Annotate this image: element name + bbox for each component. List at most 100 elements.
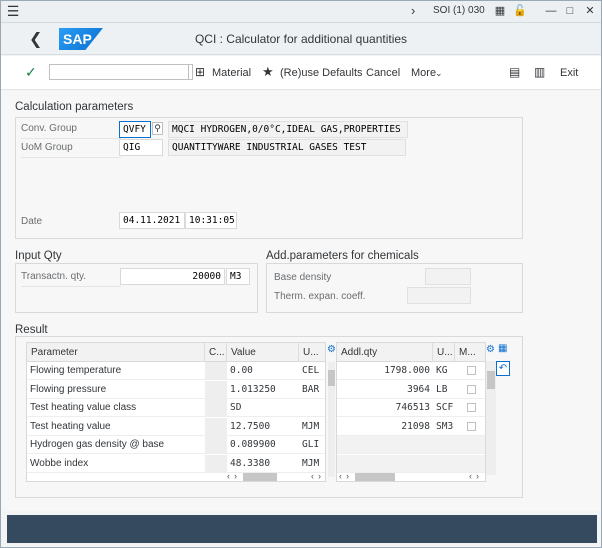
unit-cell: KG	[436, 365, 448, 376]
table-row[interactable]: 21098 SM3	[337, 418, 485, 436]
unit-cell: MJM	[302, 420, 320, 432]
horizontal-scrollbar[interactable]: ‹ › ‹ ›	[339, 471, 483, 482]
checkmark-icon[interactable]: ✓	[25, 64, 37, 81]
m-checkbox[interactable]	[467, 403, 476, 412]
therm-expan-label: Therm. expan. coeff.	[274, 291, 366, 302]
transaction-qty-label: Transactn. qty.	[21, 271, 121, 287]
unit-cell: SCF	[436, 402, 454, 413]
add-params-panel: Base density Therm. expan. coeff.	[266, 263, 523, 313]
status-bar	[7, 515, 597, 543]
input-qty-panel: Transactn. qty. 20000 M3	[15, 263, 258, 313]
result-panel: Parameter C... Value U... Flowing temper…	[15, 336, 523, 498]
material-icon[interactable]: ⊞	[195, 65, 205, 79]
c-cell	[205, 380, 227, 399]
table-row[interactable]: 1798.000 KG	[337, 362, 485, 380]
main-content: Calculation parameters Conv. Group QVFY …	[1, 91, 601, 511]
date-field[interactable]: 04.11.2021	[119, 212, 185, 229]
uom-group-label: UoM Group	[21, 142, 121, 158]
parameter-grid-header: Parameter C... Value U...	[27, 343, 325, 362]
m-checkbox[interactable]	[467, 384, 476, 394]
unit-cell: MJM	[302, 457, 320, 469]
therm-expan-field	[407, 287, 471, 304]
calc-params-title: Calculation parameters	[15, 101, 134, 113]
table-row[interactable]: Test heating value 12.7500 MJM	[27, 417, 325, 436]
c-cell	[205, 436, 227, 454]
column-header-unit[interactable]: U...	[299, 343, 325, 362]
value-cell: 48.3380	[230, 457, 271, 469]
addl-qty-cell: 3964	[407, 383, 430, 395]
value-cell: 1.013250	[230, 383, 276, 395]
base-density-label: Base density	[274, 272, 332, 283]
chevron-right-icon[interactable]: ›	[411, 3, 415, 18]
uom-group-description: QUANTITYWARE INDUSTRIAL GASES TEST	[168, 139, 406, 156]
input-qty-title: Input Qty	[15, 250, 62, 262]
parameter-grid: Parameter C... Value U... Flowing temper…	[26, 342, 326, 482]
transaction-unit-field[interactable]: M3	[226, 268, 250, 285]
value-cell: 0.089900	[230, 439, 276, 450]
screen-export-icon[interactable]: ▤	[509, 65, 520, 79]
command-field-dropdown[interactable]	[189, 64, 193, 80]
c-cell	[205, 362, 227, 380]
table-row[interactable]: Test heating value class SD	[27, 399, 325, 417]
unit-cell: SM3	[436, 420, 454, 432]
add-params-title: Add.parameters for chemicals	[266, 250, 419, 262]
reuse-defaults-button[interactable]: (Re)use Defaults	[280, 67, 363, 79]
session-info: SOI (1) 030	[433, 5, 485, 16]
unlock-icon[interactable]: 🔓	[513, 4, 527, 18]
splitter[interactable]	[328, 362, 335, 477]
column-header-c[interactable]: C...	[205, 343, 227, 362]
unit-cell: BAR	[302, 383, 320, 395]
conv-group-label: Conv. Group	[21, 123, 121, 139]
cancel-button[interactable]: Cancel	[366, 67, 400, 79]
material-button[interactable]: Material	[212, 67, 251, 79]
m-checkbox[interactable]	[467, 421, 476, 431]
command-field[interactable]	[49, 64, 189, 80]
minimize-icon[interactable]: —	[544, 4, 558, 18]
m-checkbox[interactable]	[467, 366, 476, 375]
settings-icon[interactable]: ⚙	[486, 344, 495, 355]
column-header-m[interactable]: M...	[455, 343, 485, 362]
table-row[interactable]: 746513 SCF	[337, 399, 485, 417]
column-header-unit[interactable]: U...	[433, 343, 455, 362]
value-cell: 0.00	[230, 365, 253, 376]
parameter-cell: Test heating value	[30, 420, 111, 432]
calculator-icon[interactable]: ▦	[498, 343, 507, 354]
base-density-field	[425, 268, 471, 285]
transaction-qty-field[interactable]: 20000	[120, 268, 225, 285]
horizontal-scrollbar[interactable]: ‹ › ‹ ›	[227, 471, 323, 482]
addl-qty-cell: 21098	[401, 420, 430, 432]
c-cell	[205, 454, 227, 473]
time-field[interactable]: 10:31:05	[185, 212, 237, 229]
table-row[interactable]: 3964 LB	[337, 381, 485, 399]
settings-icon[interactable]: ⚙	[327, 344, 336, 355]
conv-group-description: MQCI HYDROGEN,0/0°C,IDEAL GAS,PROPERTIES	[168, 121, 408, 138]
addl-qty-cell: 1798.000	[384, 365, 430, 376]
uom-group-field[interactable]: QIG	[119, 139, 163, 156]
maximize-icon[interactable]: □	[563, 4, 577, 18]
close-icon[interactable]: ✕	[583, 4, 597, 18]
table-row[interactable]: Hydrogen gas density @ base 0.089900 GLI	[27, 436, 325, 454]
addl-qty-grid-header: Addl.qty U... M...	[337, 343, 485, 362]
table-row[interactable]: Flowing pressure 1.013250 BAR	[27, 380, 325, 399]
vertical-scrollbar[interactable]	[486, 361, 496, 475]
layout-icon[interactable]: ▦	[493, 4, 507, 18]
screen-import-icon[interactable]: ▥	[534, 65, 545, 79]
column-header-value[interactable]: Value	[227, 343, 299, 362]
column-header-parameter[interactable]: Parameter	[27, 343, 205, 362]
value-help-icon[interactable]: ⚲	[152, 122, 163, 135]
table-row[interactable]: Wobbe index 48.3380 MJM	[27, 454, 325, 473]
value-cell: SD	[230, 402, 242, 413]
undo-icon[interactable]: ↶	[496, 361, 510, 376]
conv-group-field[interactable]: QVFY	[119, 121, 151, 138]
chevron-down-icon[interactable]: ⌄	[435, 68, 443, 79]
exit-button[interactable]: Exit	[560, 67, 578, 79]
column-header-addl-qty[interactable]: Addl.qty	[337, 343, 433, 362]
c-cell	[205, 417, 227, 436]
star-icon[interactable]: ★	[262, 64, 274, 80]
table-row[interactable]: Flowing temperature 0.00 CEL	[27, 362, 325, 380]
parameter-cell: Flowing temperature	[30, 365, 122, 376]
unit-cell: GLI	[302, 439, 320, 450]
menu-icon[interactable]: ☰	[5, 3, 21, 19]
system-bar: ☰ › SOI (1) 030 ▦ 🔓 — □ ✕	[1, 1, 601, 23]
more-button[interactable]: More	[411, 67, 436, 79]
